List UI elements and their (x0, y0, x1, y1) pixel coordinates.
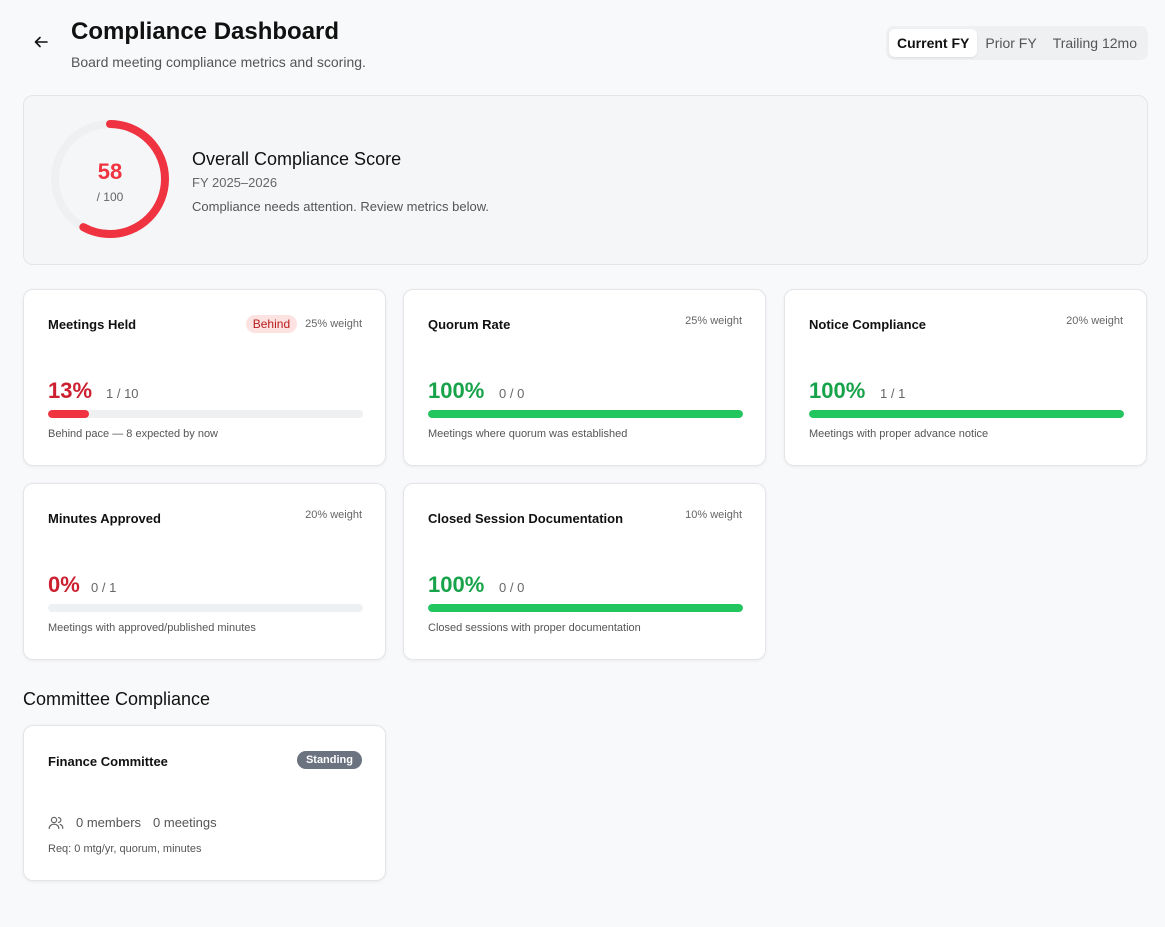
metric-progress-bar (428, 604, 743, 612)
back-button[interactable] (31, 32, 51, 52)
metric-count: 1 / 1 (880, 386, 906, 401)
metric-progress-bar (48, 604, 363, 612)
metric-description: Meetings with proper advance notice (809, 428, 989, 440)
committee-card-finance[interactable]: Finance Committee Standing 0 members 0 m… (23, 725, 386, 881)
metric-card-quorum-rate: Quorum Rate 25% weight 100% 0 / 0 Meetin… (403, 289, 766, 466)
status-badge: Behind (245, 315, 298, 333)
metric-count: 1 / 10 (106, 386, 139, 401)
metric-progress-fill (428, 604, 743, 612)
metric-description: Meetings with approved/published minutes (48, 622, 256, 634)
score-fiscal-year: FY 2025–2026 (192, 175, 278, 190)
page-title: Compliance Dashboard (71, 18, 340, 45)
score-value: 58 (97, 159, 123, 184)
committee-type-badge: Standing (296, 751, 362, 769)
committee-members: 0 members (76, 815, 142, 830)
metric-count: 0 / 0 (499, 386, 525, 401)
metric-percent: 100% (428, 572, 485, 597)
metric-percent: 13% (48, 378, 93, 403)
metric-title: Meetings Held (48, 317, 137, 332)
arrow-left-icon (34, 36, 48, 48)
metric-weight: 25% weight (305, 318, 362, 330)
metric-weight: 25% weight (685, 315, 742, 327)
period-trailing-12mo-button[interactable]: Trailing 12mo (1045, 29, 1145, 57)
overall-score-card: 58 / 100 Overall Compliance Score FY 202… (23, 95, 1148, 265)
metric-count: 0 / 0 (499, 580, 525, 595)
metric-progress-bar (48, 410, 363, 418)
period-selector: Current FY Prior FY Trailing 12mo (886, 26, 1148, 60)
metric-progress-fill (48, 410, 89, 418)
committee-section-title: Committee Compliance (23, 689, 211, 709)
page-header: Compliance Dashboard Board meeting compl… (23, 18, 1148, 78)
score-denominator: / 100 (96, 190, 124, 204)
period-current-fy-button[interactable]: Current FY (889, 29, 978, 57)
metric-card-closed-session-documentation: Closed Session Documentation 10% weight … (403, 483, 766, 660)
metric-progress-fill (428, 410, 743, 418)
metric-description: Closed sessions with proper documentatio… (428, 622, 641, 634)
metric-weight: 20% weight (305, 509, 362, 521)
metric-card-meetings-held: Meetings Held Behind 25% weight 13% 1 / … (23, 289, 386, 466)
score-title: Overall Compliance Score (192, 149, 402, 169)
metric-weight: 20% weight (1066, 315, 1123, 327)
metric-card-notice-compliance: Notice Compliance 20% weight 100% 1 / 1 … (784, 289, 1147, 466)
metric-description: Meetings where quorum was established (428, 428, 628, 440)
committee-stats: 0 members 0 meetings (48, 815, 217, 830)
metric-percent: 0% (48, 572, 80, 597)
score-message: Compliance needs attention. Review metri… (192, 199, 489, 214)
users-icon (48, 816, 64, 829)
committee-requirements: Req: 0 mtg/yr, quorum, minutes (48, 843, 202, 855)
metric-percent: 100% (428, 378, 485, 403)
metric-description: Behind pace — 8 expected by now (48, 428, 219, 440)
metric-progress-bar (809, 410, 1124, 418)
metric-count: 0 / 1 (91, 580, 117, 595)
metric-title: Notice Compliance (809, 317, 927, 332)
period-prior-fy-button[interactable]: Prior FY (977, 29, 1044, 57)
metric-percent: 100% (809, 378, 866, 403)
committee-meetings: 0 meetings (153, 815, 217, 830)
metric-weight: 10% weight (685, 509, 742, 521)
metric-progress-bar (428, 410, 743, 418)
page-subtitle: Board meeting compliance metrics and sco… (71, 54, 366, 70)
metric-title: Closed Session Documentation (428, 511, 624, 526)
metric-title: Minutes Approved (48, 511, 161, 526)
metric-progress-fill (809, 410, 1124, 418)
metric-card-minutes-approved: Minutes Approved 20% weight 0% 0 / 1 Mee… (23, 483, 386, 660)
metric-title: Quorum Rate (428, 317, 511, 332)
committee-name: Finance Committee (48, 754, 168, 769)
